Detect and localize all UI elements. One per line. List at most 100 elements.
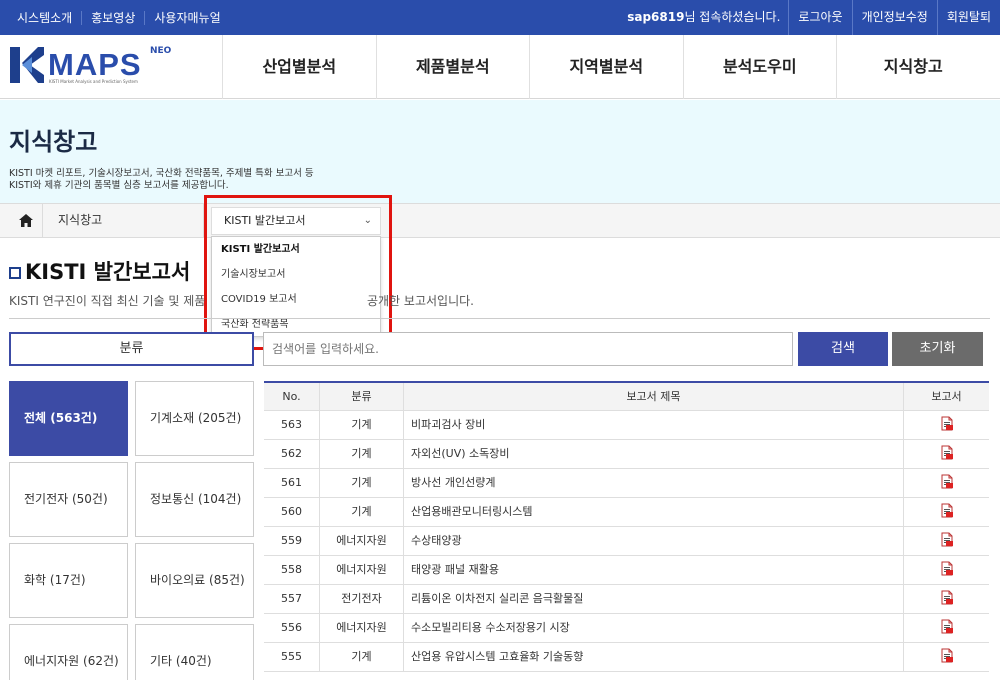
table-row[interactable]: 562 기계 자외선(UV) 소독장비 xyxy=(264,440,989,469)
page-title: 지식창고 xyxy=(9,128,98,156)
withdraw-link[interactable]: 회원탈퇴 xyxy=(936,0,1000,35)
edit-profile-link[interactable]: 개인정보수정 xyxy=(851,0,937,35)
row-report-download[interactable] xyxy=(904,527,989,555)
section-description: KISTI 연구진이 직접 최신 기술 및 제품 공개한 보고서입니다. xyxy=(9,292,474,309)
row-title-link[interactable]: 수소모빌리티용 수소저장용기 시장 xyxy=(404,614,904,642)
table-row[interactable]: 557 전기전자 리튬이온 이차전지 실리콘 음극활물질 xyxy=(264,585,989,614)
pdf-file-icon[interactable] xyxy=(940,501,954,526)
category-chemistry[interactable]: 화학 (17건) xyxy=(9,543,128,618)
logo-subtitle: KISTI Market Analysis and Prediction Sys… xyxy=(49,79,138,84)
table-row[interactable]: 558 에너지자원 태양광 패널 재활용 xyxy=(264,556,989,585)
section-square-icon xyxy=(9,267,21,279)
k-logo-icon xyxy=(10,47,44,83)
pdf-file-icon[interactable] xyxy=(940,472,954,497)
link-system-intro[interactable]: 시스템소개 xyxy=(8,10,83,25)
category-machinery[interactable]: 기계소재 (205건) xyxy=(135,381,254,456)
table-row[interactable]: 559 에너지자원 수상태양광 xyxy=(264,527,989,556)
table-row[interactable]: 560 기계 산업용배관모니터링시스템 xyxy=(264,498,989,527)
table-header: No. 분류 보고서 제목 보고서 xyxy=(264,383,989,411)
row-number: 555 xyxy=(264,643,320,671)
page-hero: 지식창고 KISTI 마켓 리포트, 기술시장보고서, 국산화 전략품목, 주제… xyxy=(0,100,1000,203)
row-title-link[interactable]: 산업용배관모니터링시스템 xyxy=(404,498,904,526)
section-title-text: KISTI 발간보고서 xyxy=(25,260,191,284)
pdf-file-icon[interactable] xyxy=(940,414,954,439)
header-category: 분류 xyxy=(320,383,404,410)
category-electronics[interactable]: 전기전자 (50건) xyxy=(9,462,128,537)
breadcrumb-knowledge-base[interactable]: 지식창고 xyxy=(44,204,204,237)
breadcrumb-home[interactable] xyxy=(9,204,43,237)
row-report-download[interactable] xyxy=(904,469,989,497)
row-category: 기계 xyxy=(320,498,404,526)
table-row[interactable]: 556 에너지자원 수소모빌리티용 수소저장용기 시장 xyxy=(264,614,989,643)
row-category: 에너지자원 xyxy=(320,614,404,642)
breadcrumb: 지식창고 xyxy=(0,203,1000,238)
section-divider xyxy=(9,318,990,319)
search-input[interactable] xyxy=(263,332,793,366)
category-toggle-button[interactable]: 분류 xyxy=(9,332,254,366)
nav-knowledge-base[interactable]: 지식창고 xyxy=(836,35,990,99)
reset-button[interactable]: 초기화 xyxy=(892,332,983,366)
pdf-file-icon[interactable] xyxy=(940,443,954,468)
table-row[interactable]: 555 기계 산업용 유압시스템 고효율화 기술동향 xyxy=(264,643,989,672)
row-number: 557 xyxy=(264,585,320,613)
row-title-link[interactable]: 자외선(UV) 소독장비 xyxy=(404,440,904,468)
row-title-link[interactable]: 방사선 개인선량계 xyxy=(404,469,904,497)
row-category: 에너지자원 xyxy=(320,527,404,555)
row-report-download[interactable] xyxy=(904,498,989,526)
logout-link[interactable]: 로그아웃 xyxy=(788,0,851,35)
row-report-download[interactable] xyxy=(904,614,989,642)
pdf-file-icon[interactable] xyxy=(940,530,954,555)
row-number: 563 xyxy=(264,411,320,439)
nav-region-analysis[interactable]: 지역별분석 xyxy=(529,35,683,99)
row-report-download[interactable] xyxy=(904,643,989,671)
row-number: 561 xyxy=(264,469,320,497)
pdf-file-icon[interactable] xyxy=(940,588,954,613)
top-right-links: sap6819님 접속하셨습니다. 로그아웃 개인정보수정 회원탈퇴 xyxy=(618,0,1000,35)
link-user-manual[interactable]: 사용자매뉴얼 xyxy=(145,11,229,25)
row-title-link[interactable]: 태양광 패널 재활용 xyxy=(404,556,904,584)
top-utility-bar: 시스템소개 홍보영상 사용자매뉴얼 sap6819님 접속하셨습니다. 로그아웃… xyxy=(0,0,1000,35)
category-biomedical[interactable]: 바이오의료 (85건) xyxy=(135,543,254,618)
header-title: 보고서 제목 xyxy=(404,383,904,410)
row-category: 기계 xyxy=(320,643,404,671)
row-report-download[interactable] xyxy=(904,411,989,439)
main-header: MAPS NEO KISTI Market Analysis and Predi… xyxy=(0,35,1000,99)
row-report-download[interactable] xyxy=(904,585,989,613)
table-body: 563 기계 비파괴검사 장비 562 기계 자외선(UV) 소독장비 561 기계 방사선 개… xyxy=(264,411,989,672)
pdf-file-icon[interactable] xyxy=(940,646,954,671)
pdf-file-icon[interactable] xyxy=(940,559,954,584)
search-button[interactable]: 검색 xyxy=(798,332,888,366)
row-category: 기계 xyxy=(320,411,404,439)
row-category: 에너지자원 xyxy=(320,556,404,584)
nav-product-analysis[interactable]: 제품별분석 xyxy=(375,35,530,99)
category-ict[interactable]: 정보통신 (104건) xyxy=(135,462,254,537)
row-title-link[interactable]: 리튬이온 이차전지 실리콘 음극활물질 xyxy=(404,585,904,613)
row-number: 558 xyxy=(264,556,320,584)
section-desc-end: 공개한 보고서입니다. xyxy=(366,294,474,308)
category-other[interactable]: 기타 (40건) xyxy=(135,624,254,680)
category-all[interactable]: 전체 (563건) xyxy=(9,381,128,456)
maps-logo[interactable]: MAPS NEO KISTI Market Analysis and Predi… xyxy=(8,45,172,87)
row-title-link[interactable]: 수상태양광 xyxy=(404,527,904,555)
row-report-download[interactable] xyxy=(904,556,989,584)
row-title-link[interactable]: 비파괴검사 장비 xyxy=(404,411,904,439)
section-desc-start: KISTI 연구진이 직접 최신 기술 및 제품 xyxy=(9,294,206,308)
row-report-download[interactable] xyxy=(904,440,989,468)
logo-neo-badge: NEO xyxy=(150,46,172,56)
row-category: 기계 xyxy=(320,469,404,497)
category-energy[interactable]: 에너지자원 (62건) xyxy=(9,624,128,680)
row-title-link[interactable]: 산업용 유압시스템 고효율화 기술동향 xyxy=(404,643,904,671)
top-left-links: 시스템소개 홍보영상 사용자매뉴얼 xyxy=(8,0,230,35)
logo-wordmark: MAPS xyxy=(48,47,142,82)
nav-analysis-helper[interactable]: 분석도우미 xyxy=(682,35,837,99)
table-row[interactable]: 563 기계 비파괴검사 장비 xyxy=(264,411,989,440)
link-promo-video[interactable]: 홍보영상 xyxy=(82,10,146,25)
row-number: 560 xyxy=(264,498,320,526)
row-number: 562 xyxy=(264,440,320,468)
table-row[interactable]: 561 기계 방사선 개인선량계 xyxy=(264,469,989,498)
pdf-file-icon[interactable] xyxy=(940,617,954,642)
home-icon xyxy=(19,214,33,227)
report-table: No. 분류 보고서 제목 보고서 563 기계 비파괴검사 장비 562 기계 자외선(… xyxy=(264,381,989,672)
nav-industry-analysis[interactable]: 산업별분석 xyxy=(222,35,376,99)
row-category: 기계 xyxy=(320,440,404,468)
